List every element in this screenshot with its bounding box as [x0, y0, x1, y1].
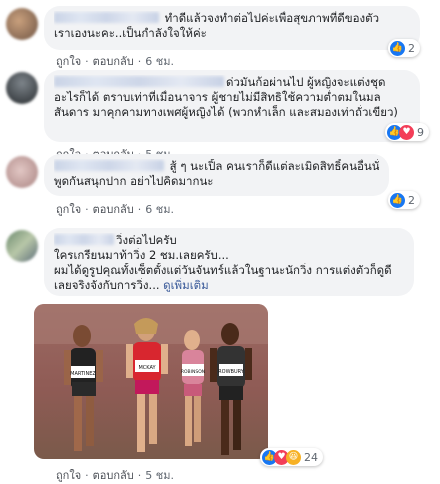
comment-text-line: พูดกันสนุกปาก อย่าไปคิดมากนะ — [54, 174, 214, 188]
commenter-avatar[interactable] — [6, 72, 38, 104]
bib-label: ROWBURY — [218, 369, 245, 375]
reaction-summary[interactable]: 👍 ♥ 9 — [385, 123, 429, 141]
reaction-summary[interactable]: 👍 2 — [388, 39, 420, 57]
comment-bubble: ทำดีแล้วจงทำต่อไปค่ะเพื่อสุขภาพที่ดีของต… — [44, 6, 420, 50]
reply-link[interactable]: ตอบกลับ — [93, 469, 134, 482]
comment-text-line: เราเองนะคะ..เป็นกำลังใจให้ค่ะ — [54, 26, 207, 40]
comment-actions: ถูกใจ · ตอบกลับ · 6 ชม. — [56, 55, 174, 68]
comment-text-line: อะไรก็ได้ ตราบเท่าที่เมื่อนาจาร ผู้ชายไม… — [54, 90, 381, 104]
reaction-count: 2 — [408, 193, 415, 207]
timestamp[interactable]: 6 ชม. — [145, 203, 174, 216]
reaction-summary[interactable]: 👍 ♥ 😆 24 — [260, 448, 323, 466]
bib-label: ROBINSON — [181, 369, 205, 375]
comment-actions: ถูกใจ·ตอบกลับ·5 ชม. — [56, 469, 174, 482]
bib-label: MCKAY — [138, 365, 156, 371]
commenter-name[interactable] — [54, 76, 224, 87]
comment-bubble: วิ่งต่อไปครับ ใครเกรียนมาท้าวิ่ง 2 ชม.เล… — [44, 228, 414, 296]
comment-bubble: สู้ ๆ นะเปิ้ล คนเราก็ดีแต่ละเมิดสิทธิ์คน… — [44, 154, 389, 196]
timestamp[interactable]: 5 ชม. — [145, 469, 174, 482]
comment-text-line: ด่วมันก้อผ่านไป ผู้หญิงจะแต่งชุด — [226, 75, 386, 89]
love-reaction-icon: ♥ — [399, 124, 414, 140]
reaction-count: 9 — [417, 125, 424, 139]
runners-photo-illustration: MARTINEZ MCKAY ROBINSON ROWBURY — [34, 304, 268, 459]
like-link[interactable]: ถูกใจ — [56, 469, 81, 482]
commenter-avatar[interactable] — [6, 230, 38, 262]
reply-link[interactable]: ตอบกลับ — [93, 203, 134, 216]
see-more-link[interactable]: ดูเพิ่มเติม — [163, 278, 209, 292]
comment-text-line: วิ่งต่อไปครับ — [116, 233, 177, 247]
like-reaction-icon: 👍 — [390, 40, 405, 56]
commenter-name[interactable] — [54, 12, 159, 23]
comment-text-line: ทำดีแล้วจงทำต่อไปค่ะเพื่อสุขภาพที่ดีของต… — [164, 11, 380, 25]
like-link[interactable]: ถูกใจ — [56, 203, 81, 216]
like-reaction-icon: 👍 — [390, 192, 405, 208]
reaction-count: 2 — [408, 41, 415, 55]
timestamp[interactable]: 6 ชม. — [145, 55, 174, 68]
comment-text-line: สู้ ๆ นะเปิ้ล คนเราก็ดีแต่ละเมิดสิทธิ์คน… — [169, 159, 379, 173]
reaction-summary[interactable]: 👍 2 — [388, 191, 420, 209]
comment-text-line: ใครเกรียนมาท้าวิ่ง 2 ชม.เลยครับ... — [54, 248, 229, 262]
comment-text-line: ผมได้ดูรูปคุณทั้งเซ็ตตั้งแต่วันจันทร์แล้… — [54, 263, 392, 277]
attached-photo[interactable]: MARTINEZ MCKAY ROBINSON ROWBURY — [34, 304, 268, 459]
comment-text-line: เลยจริงจังกับการวิ่ง... — [54, 278, 160, 292]
comment-bubble: ด่วมันก้อผ่านไป ผู้หญิงจะแต่งชุด อะไรก็ไ… — [44, 70, 420, 142]
like-link[interactable]: ถูกใจ — [56, 55, 81, 68]
commenter-avatar[interactable] — [6, 156, 38, 188]
haha-reaction-icon: 😆 — [286, 449, 301, 465]
comment-text-line: สันดาร มาคุกคามทางเพศผู้หญิงได้ (พวกหำเล… — [54, 105, 398, 119]
commenter-avatar[interactable] — [6, 8, 38, 40]
bib-label: MARTINEZ — [70, 371, 96, 377]
commenter-name[interactable] — [54, 160, 164, 171]
commenter-name[interactable] — [54, 234, 114, 245]
comment-actions: ถูกใจ · ตอบกลับ · 6 ชม. — [56, 203, 174, 216]
reply-link[interactable]: ตอบกลับ — [93, 55, 134, 68]
reaction-count: 24 — [304, 450, 318, 464]
